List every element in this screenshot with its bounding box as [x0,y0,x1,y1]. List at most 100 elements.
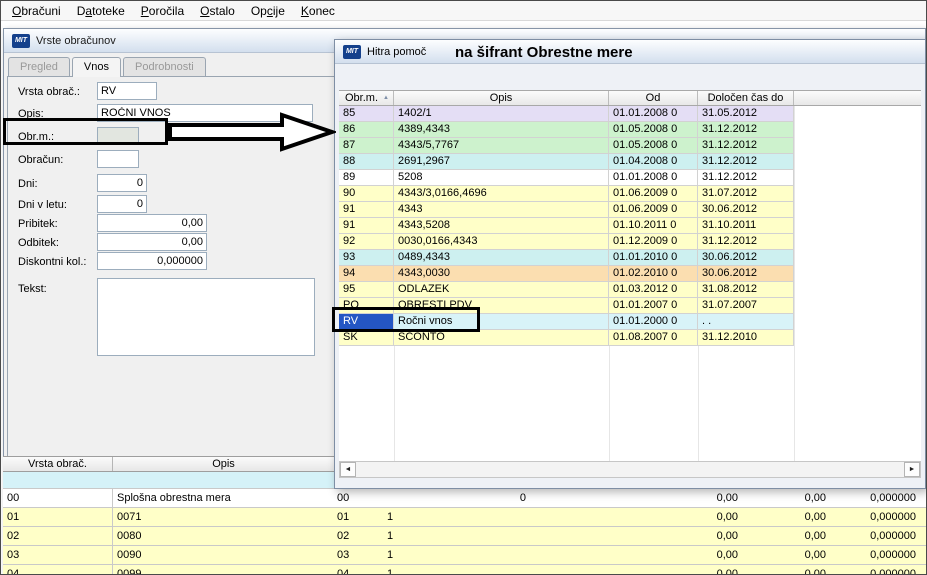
cell-od: 01.03.2012 0 [609,282,698,297]
cell-od: 01.04.2008 0 [609,154,698,169]
help-window-title: Hitra pomoč [367,45,427,58]
grid-line [794,106,795,461]
interest-rate-row[interactable]: SK SCONTO 01.08.2007 0 31.12.2010 [339,330,794,346]
cell-od: 01.08.2007 0 [609,330,698,345]
interest-rate-row[interactable]: 88 2691,2967 01.04.2008 0 31.12.2012 [339,154,794,170]
table-row[interactable]: 01 0071 [3,508,334,527]
cell-obrm: 91 [339,218,394,233]
menu-item[interactable]: Obračuni [4,2,69,20]
label-odbitek: Odbitek: [18,237,59,249]
interest-rate-row[interactable]: 92 0030,0166,4343 01.12.2009 0 31.12.201… [339,234,794,250]
grid-header-filler [794,91,921,105]
cell-do: . . [698,314,794,329]
column-header-vrsta[interactable]: Vrsta obrač. [3,457,113,471]
menu-item[interactable]: Opcije [243,2,293,20]
interest-rate-row[interactable]: 93 0489,4343 01.01.2010 0 30.06.2012 [339,250,794,266]
table-row[interactable]: 00 Splošna obrestna mera [3,489,334,508]
grid-header-obrm-label: Obr.m. [345,92,379,104]
cell-obrm: 93 [339,250,394,265]
table-row[interactable]: 03 0090 [3,546,334,565]
grid-header-opis[interactable]: Opis [394,91,609,105]
cell-diskontni: 0,000000 [870,568,916,575]
table-row[interactable]: 00 0 0,00 0,00 0,000000 [334,489,926,508]
annotation-box-obrm [3,118,168,145]
cell-opis: 4343/5,7767 [394,138,609,153]
grid-header-od[interactable]: Od [609,91,698,105]
bottom-table-right: 00 0 0,00 0,00 0,000000 01 1 0,00 0,00 0… [334,489,926,575]
menu-item[interactable]: Ostalo [192,2,243,20]
cell-opis: 4343,0030 [394,266,609,281]
cell-vrsta: 02 [3,527,113,545]
label-dni-v-letu: Dni v letu: [18,199,67,211]
label-obracun: Obračun: [18,154,64,166]
cell-do: 31.10.2011 [698,218,794,233]
interest-rate-row[interactable]: 90 4343/3,0166,4696 01.06.2009 0 31.07.2… [339,186,794,202]
diskontni-input[interactable] [97,252,207,270]
cell-do: 31.12.2012 [698,234,794,249]
annotation-box-rv-row [332,307,480,332]
cell-obracun: 1 [387,549,394,561]
help-window-titlebar[interactable]: MIT Hitra pomoč na šifrant Obrestne mere [335,40,925,64]
cell-odbitek: 0,00 [804,530,826,542]
scroll-right-button[interactable]: ► [904,462,920,477]
cell-od: 01.01.2008 0 [609,106,698,121]
cell-vrsta: 01 [3,508,113,526]
cell-obrm: 94 [339,266,394,281]
interest-rate-row[interactable]: 86 4389,4343 01.05.2008 0 31.12.2012 [339,122,794,138]
cell-obrm: 90 [339,186,394,201]
screen: Obračuni Datoteke Poročila Ostalo Opcije Kone… [0,0,927,575]
pribitek-input[interactable] [97,214,207,232]
horizontal-scrollbar[interactable]: ◄ ► [339,461,921,478]
table-row[interactable]: 01 1 0,00 0,00 0,000000 [334,508,926,527]
menu-item[interactable]: Poročila [133,2,192,20]
grid-header-obrm[interactable]: Obr.m. ▲ [339,91,394,105]
table-row[interactable]: 02 0080 [3,527,334,546]
cell-odbitek: 0,00 [804,568,826,575]
dni-input[interactable] [97,174,147,192]
interest-rate-row[interactable]: 91 4343 01.06.2009 0 30.06.2012 [339,202,794,218]
cell-do: 31.12.2012 [698,170,794,185]
label-pribitek: Pribitek: [18,218,58,230]
selected-empty-row[interactable] [3,472,334,489]
interest-rate-row[interactable]: 87 4343/5,7767 01.05.2008 0 31.12.2012 [339,138,794,154]
label-tekst: Tekst: [18,283,47,295]
table-row[interactable]: 04 0099 [3,565,334,574]
interest-rate-row[interactable]: 95 ODLAZEK 01.03.2012 0 31.08.2012 [339,282,794,298]
label-diskontni: Diskontni kol.: [18,256,87,268]
dni-v-letu-input[interactable] [97,195,147,213]
cell-odbitek: 0,00 [804,549,826,561]
table-row[interactable]: 02 1 0,00 0,00 0,000000 [334,527,926,546]
cell-code: 00 [337,492,350,504]
cell-od: 01.02.2010 0 [609,266,698,281]
vrsta-obrac-input[interactable] [97,82,157,100]
table-row[interactable]: 03 1 0,00 0,00 0,000000 [334,546,926,565]
cell-do: 31.12.2012 [698,154,794,169]
cell-opis: Splošna obrestna mera [117,492,231,504]
cell-opis: 2691,2967 [394,154,609,169]
tab-vnos[interactable]: Vnos [71,57,121,77]
cell-od: 01.12.2009 0 [609,234,698,249]
interest-rate-row[interactable]: 91 4343,5208 01.10.2011 0 31.10.2011 [339,218,794,234]
table-row[interactable]: 04 1 0,00 0,00 0,000000 [334,565,926,575]
menu-item[interactable]: Konec [293,2,343,20]
cell-opis: 0030,0166,4343 [394,234,609,249]
cell-od: 01.10.2011 0 [609,218,698,233]
obracun-input[interactable] [97,150,139,168]
cell-vrsta: 00 [3,489,113,507]
cell-obrm: 87 [339,138,394,153]
grid-header-do[interactable]: Določen čas do [698,91,794,105]
tab-strip: Pregled Vnos Podrobnosti [8,57,208,77]
tekst-input[interactable] [97,278,315,356]
tab-podrobnosti[interactable]: Podrobnosti [123,57,206,77]
tab-pregled[interactable]: Pregled [8,57,70,77]
interest-rates-grid: 85 1402/1 01.01.2008 0 31.05.2012 86 438… [339,106,921,461]
interest-rate-row[interactable]: 85 1402/1 01.01.2008 0 31.05.2012 [339,106,794,122]
menu-item[interactable]: Datoteke [69,2,133,20]
scroll-left-button[interactable]: ◄ [340,462,356,477]
cell-opis: SCONTO [394,330,609,345]
column-header-opis[interactable]: Opis [113,457,334,471]
interest-rate-row[interactable]: 94 4343,0030 01.02.2010 0 30.06.2012 [339,266,794,282]
cell-od: 01.01.2010 0 [609,250,698,265]
odbitek-input[interactable] [97,233,207,251]
interest-rate-row[interactable]: 89 5208 01.01.2008 0 31.12.2012 [339,170,794,186]
